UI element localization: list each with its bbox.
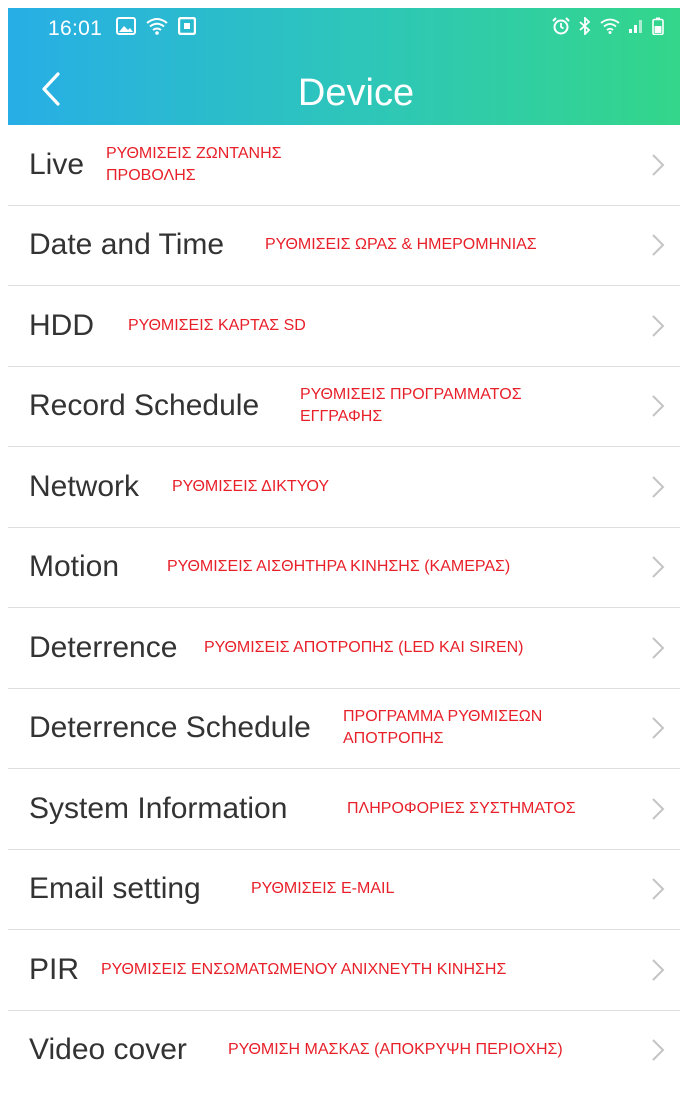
list-item-system-information[interactable]: System Information ΠΛΗΡΟΦΟΡΙΕΣ ΣΥΣΤΗΜΑΤΟ…	[8, 769, 680, 850]
list-item-label: Video cover	[29, 1033, 187, 1067]
annotation-note: ΡΥΘΜΙΣΕΙΣ ΠΡΟΓΡΑΜΜΑΤΟΣ ΕΓΓΡΑΦΗΣ	[300, 386, 522, 426]
wifi-icon	[600, 18, 620, 34]
list-item-label: Deterrence	[29, 630, 178, 664]
chevron-right-icon	[652, 878, 665, 900]
annotation-note: ΡΥΘΜΙΣΕΙΣ ΑΙΣΘΗΤΗΡΑ ΚΙΝΗΣΗΣ (ΚΑΜΕΡΑΣ)	[167, 558, 511, 576]
list-item-label: Email setting	[29, 872, 201, 906]
list-item-pir[interactable]: PIR ΡΥΘΜΙΣΕΙΣ ΕΝΣΩΜΑΤΩΜΕΝΟΥ ΑΝΙΧΝΕΥΤΗ ΚΙ…	[8, 930, 680, 1011]
list-item-label: Motion	[29, 550, 120, 584]
list-item-label: Date and Time	[29, 228, 225, 262]
chevron-right-icon	[652, 556, 665, 578]
chevron-right-icon	[652, 717, 665, 739]
list-item-label: Live	[29, 147, 85, 181]
list-item-hdd[interactable]: HDD ΡΥΘΜΙΣΕΙΣ ΚΑΡΤΑΣ SD	[8, 286, 680, 367]
list-item-label: Record Schedule	[29, 389, 260, 423]
alarm-icon	[552, 17, 570, 35]
annotation-note: ΡΥΘΜΙΣΕΙΣ ΚΑΡΤΑΣ SD	[128, 316, 306, 334]
status-bar: 16:01	[8, 8, 680, 44]
list-item-video-cover[interactable]: Video cover ΡΥΘΜΙΣΗ ΜΑΣΚΑΣ (ΑΠΟΚΡΥΨΗ ΠΕΡ…	[8, 1011, 680, 1091]
bluetooth-icon	[578, 17, 592, 35]
list-item-record-schedule[interactable]: Record Schedule ΡΥΘΜΙΣΕΙΣ ΠΡΟΓΡΑΜΜΑΤΟΣ Ε…	[8, 367, 680, 447]
list-item-label: Deterrence Schedule	[29, 711, 311, 745]
list-item-network[interactable]: Network ΡΥΘΜΙΣΕΙΣ ΔΙΚΤΥΟΥ	[8, 447, 680, 528]
chevron-right-icon	[652, 476, 665, 498]
status-left-icons	[116, 17, 196, 35]
annotation-note: ΡΥΘΜΙΣΕΙΣ ΔΙΚΤΥΟΥ	[172, 477, 330, 495]
chevron-right-icon	[652, 637, 665, 659]
chevron-right-icon	[652, 1039, 665, 1061]
list-item-email-setting[interactable]: Email setting ΡΥΘΜΙΣΕΙΣ E-MAIL	[8, 850, 680, 930]
list-item-date-and-time[interactable]: Date and Time ΡΥΘΜΙΣΕΙΣ ΩΡΑΣ & ΗΜΕΡΟΜΗΝΙ…	[8, 206, 680, 286]
settings-list: Live ΡΥΘΜΙΣΕΙΣ ΖΩΝΤΑΝΗΣ ΠΡΟΒΟΛΗΣ Date an…	[8, 125, 680, 1090]
list-item-live[interactable]: Live ΡΥΘΜΙΣΕΙΣ ΖΩΝΤΑΝΗΣ ΠΡΟΒΟΛΗΣ	[8, 125, 680, 206]
chevron-right-icon	[652, 154, 665, 176]
status-time: 16:01	[48, 17, 103, 40]
screenshot-icon	[178, 17, 196, 35]
status-right-icons	[552, 17, 664, 35]
annotation-note: ΡΥΘΜΙΣΕΙΣ E-MAIL	[251, 880, 395, 898]
page-title: Device	[297, 72, 415, 114]
battery-icon	[652, 17, 664, 35]
wifi-icon	[146, 17, 168, 35]
app-screen: 16:01 Device Live ΡΥΘΜΙΣΕΙΣ ΖΩΝΤΑΝΗΣ ΠΡΟ…	[8, 8, 680, 1090]
chevron-right-icon	[652, 234, 665, 256]
list-item-label: Network	[29, 469, 140, 503]
chevron-right-icon	[652, 395, 665, 417]
chevron-right-icon	[652, 315, 665, 337]
annotation-note: ΡΥΘΜΙΣΗ ΜΑΣΚΑΣ (ΑΠΟΚΡΥΨΗ ΠΕΡΙΟΧΗΣ)	[228, 1041, 563, 1059]
list-item-deterrence[interactable]: Deterrence ΡΥΘΜΙΣΕΙΣ ΑΠΟΤΡΟΠΗΣ (LED ΚΑΙ …	[8, 608, 680, 689]
chevron-right-icon	[652, 798, 665, 820]
list-item-label: HDD	[29, 308, 94, 342]
gallery-icon	[116, 17, 136, 35]
annotation-note: ΡΥΘΜΙΣΕΙΣ ΑΠΟΤΡΟΠΗΣ (LED ΚΑΙ SIREN)	[204, 638, 524, 656]
annotation-note: ΡΥΘΜΙΣΕΙΣ ΩΡΑΣ & ΗΜΕΡΟΜΗΝΙΑΣ	[265, 236, 537, 254]
list-item-label: System Information	[29, 791, 288, 825]
chevron-right-icon	[652, 959, 665, 981]
app-header: 16:01 Device	[8, 8, 680, 125]
annotation-note: ΠΡΟΓΡΑΜΜΑ ΡΥΘΜΙΣΕΩΝ ΑΠΟΤΡΟΠΗΣ	[343, 708, 543, 748]
signal-icon	[628, 18, 644, 34]
list-item-label: PIR	[29, 952, 80, 986]
annotation-note: ΡΥΘΜΙΣΕΙΣ ΖΩΝΤΑΝΗΣ ΠΡΟΒΟΛΗΣ	[106, 144, 282, 184]
list-item-deterrence-schedule[interactable]: Deterrence Schedule ΠΡΟΓΡΑΜΜΑ ΡΥΘΜΙΣΕΩΝ …	[8, 689, 680, 769]
annotation-note: ΡΥΘΜΙΣΕΙΣ ΕΝΣΩΜΑΤΩΜΕΝΟΥ ΑΝΙΧΝΕΥΤΗ ΚΙΝΗΣΗ…	[101, 960, 507, 978]
list-item-motion[interactable]: Motion ΡΥΘΜΙΣΕΙΣ ΑΙΣΘΗΤΗΡΑ ΚΙΝΗΣΗΣ (ΚΑΜΕ…	[8, 528, 680, 608]
annotation-note: ΠΛΗΡΟΦΟΡΙΕΣ ΣΥΣΤΗΜΑΤΟΣ	[347, 799, 576, 817]
